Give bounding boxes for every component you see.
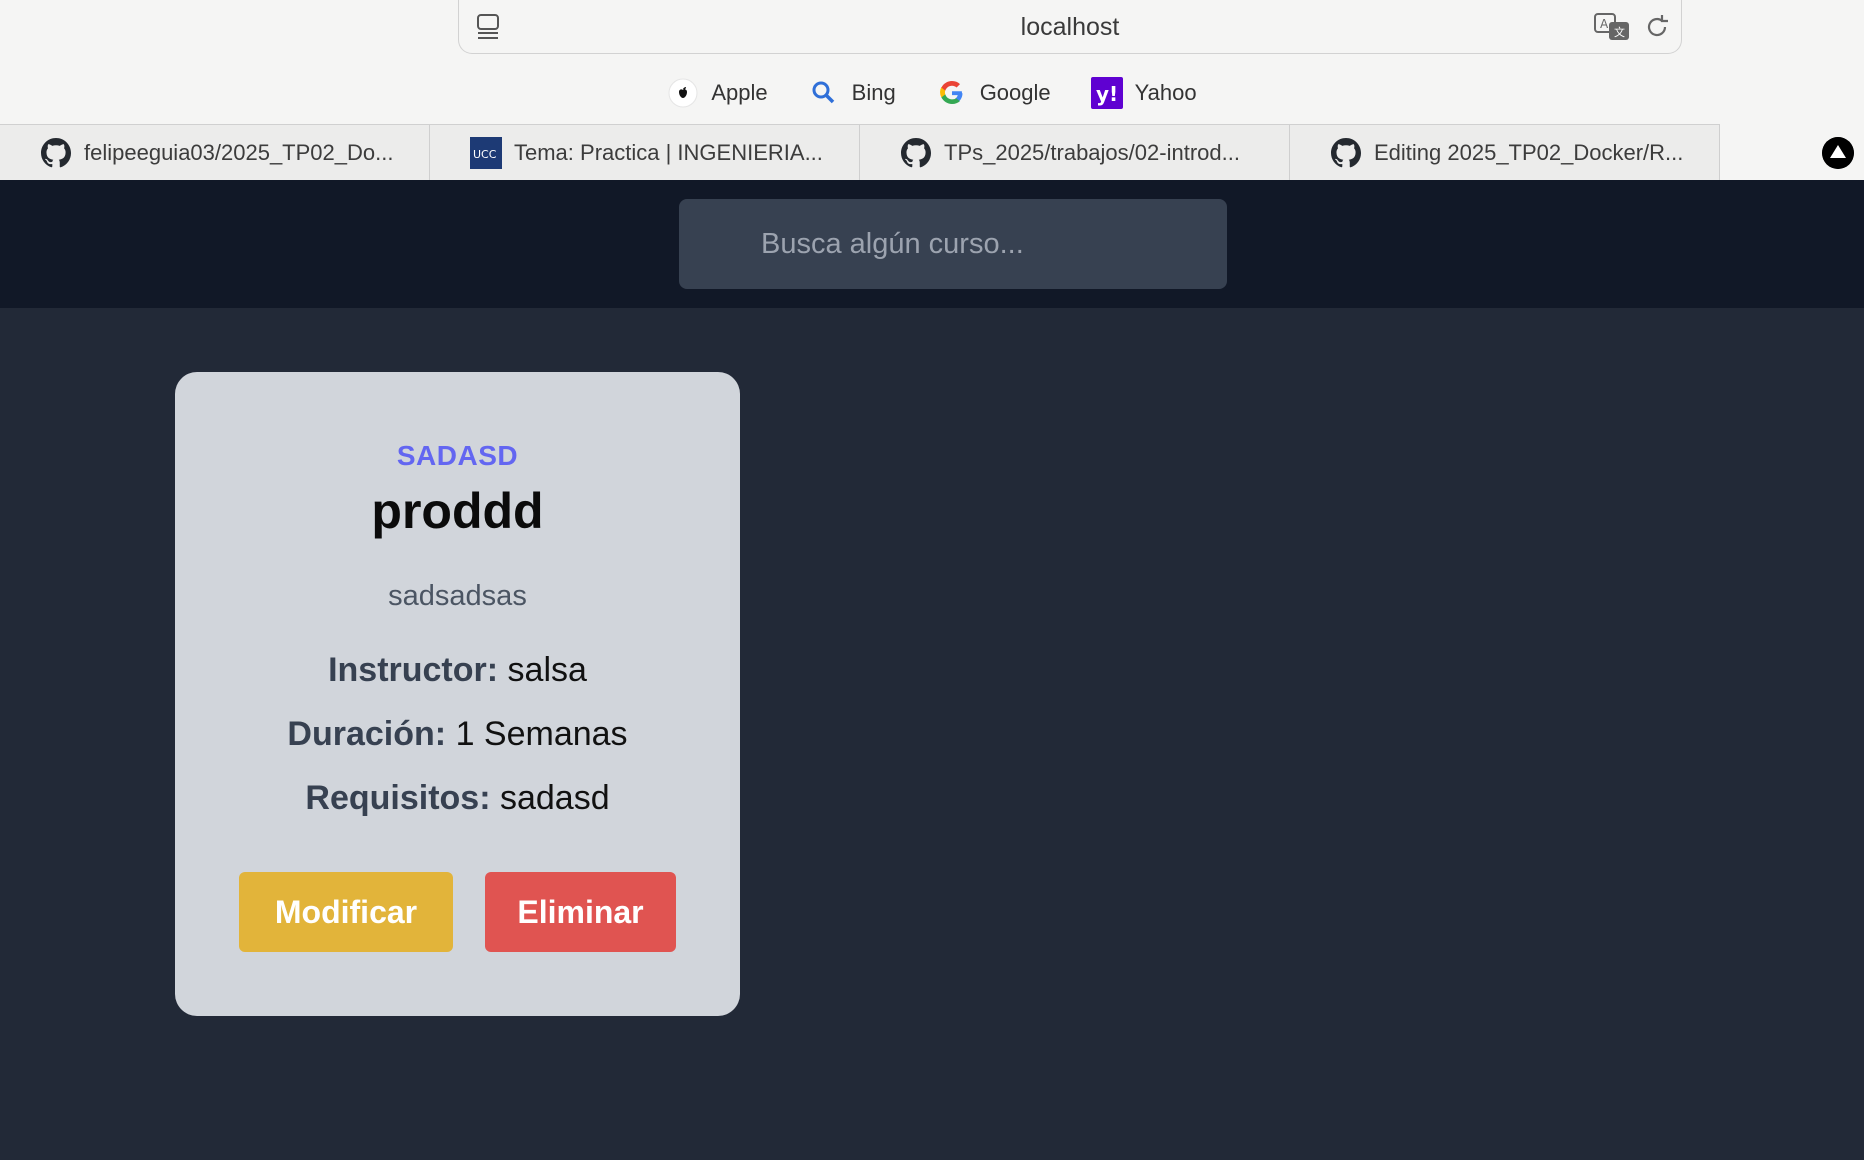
svg-text:文: 文: [1614, 25, 1625, 39]
course-description: sadsadsas: [388, 580, 527, 612]
reload-icon[interactable]: [1643, 12, 1671, 42]
favorite-apple[interactable]: Apple: [667, 75, 768, 111]
favorite-label: Yahoo: [1134, 80, 1197, 105]
instructor-value: salsa: [507, 651, 587, 689]
ucc-icon: UCC: [470, 137, 502, 169]
favorite-bing[interactable]: Bing: [808, 75, 896, 111]
tab-overview-icon[interactable]: [1822, 137, 1854, 169]
duration-value: 1 Semanas: [455, 715, 628, 753]
favorite-label: Bing: [851, 80, 896, 105]
favorite-label: Apple: [711, 80, 768, 105]
browser-tab[interactable]: TPs_2025/trabajos/02-introd...: [860, 125, 1290, 181]
favorite-google[interactable]: Google: [936, 75, 1051, 111]
course-requirements: Requisitos: sadasd: [175, 779, 740, 818]
svg-text:y!: y!: [1096, 82, 1118, 106]
github-icon: [900, 137, 932, 169]
browser-toolbar: localhost A 文 Apple Bing Google y! Yahoo: [0, 0, 1864, 124]
google-icon: [936, 77, 968, 109]
course-instructor: Instructor: salsa: [175, 651, 740, 690]
search-input[interactable]: [679, 199, 1227, 289]
delete-button[interactable]: Eliminar: [485, 872, 676, 952]
tab-title: Editing 2025_TP02_Docker/R...: [1374, 140, 1684, 165]
browser-tab[interactable]: UCC Tema: Practica | INGENIERIA...: [430, 125, 860, 181]
address-bar[interactable]: localhost A 文: [458, 0, 1682, 54]
apple-icon: [667, 77, 699, 109]
course-card: SADASD proddd sadsadsas Instructor: sals…: [175, 372, 740, 1016]
url-text[interactable]: localhost: [459, 13, 1681, 42]
tab-title: felipeeguia03/2025_TP02_Do...: [84, 140, 394, 165]
course-duration: Duración: 1 Semanas: [175, 715, 740, 754]
favorite-yahoo[interactable]: y! Yahoo: [1090, 75, 1197, 111]
tab-title: TPs_2025/trabajos/02-introd...: [944, 140, 1240, 165]
requirements-value: sadasd: [499, 779, 610, 817]
github-icon: [40, 137, 72, 169]
requirements-label: Requisitos:: [305, 779, 491, 817]
favorite-label: Google: [979, 80, 1051, 105]
tab-bar: felipeeguia03/2025_TP02_Do... UCC Tema: …: [0, 124, 1864, 181]
page-header: [0, 180, 1864, 308]
course-code: SADASD: [396, 440, 519, 471]
modify-button[interactable]: Modificar: [239, 872, 453, 952]
instructor-label: Instructor:: [328, 651, 499, 689]
yahoo-icon: y!: [1090, 77, 1123, 109]
favorites-bar: Apple Bing Google y! Yahoo: [0, 75, 1864, 111]
ucc-icon-text: UCC: [473, 148, 497, 161]
browser-tab[interactable]: Editing 2025_TP02_Docker/R...: [1290, 125, 1720, 181]
course-title: proddd: [371, 483, 544, 539]
github-icon: [1330, 137, 1362, 169]
tab-title: Tema: Practica | INGENIERIA...: [514, 140, 823, 165]
svg-text:A: A: [1600, 17, 1609, 31]
bing-search-icon: [808, 77, 840, 109]
browser-tab[interactable]: felipeeguia03/2025_TP02_Do...: [0, 125, 430, 181]
translate-icon[interactable]: A 文: [1593, 12, 1633, 42]
duration-label: Duración:: [287, 715, 447, 753]
